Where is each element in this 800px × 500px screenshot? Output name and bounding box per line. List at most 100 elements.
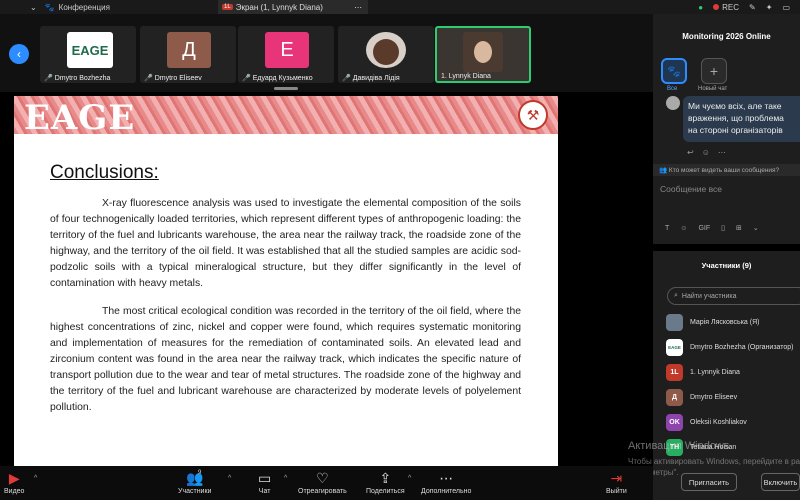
participant-row[interactable]: 1L 1. Lynnyk Diana — [666, 363, 740, 381]
chevron-down-icon[interactable]: ⌄ — [753, 224, 759, 232]
avatar: 1L — [666, 363, 683, 381]
leave-label: Выйти — [606, 488, 627, 495]
tab-screen-share[interactable]: 1L Экран (1, Lynnyk Diana) ⋯ — [218, 0, 368, 14]
chevron-up-icon[interactable]: ^ — [408, 475, 411, 482]
participant-name: Dmytro Eliseev — [690, 393, 738, 401]
participant-row[interactable]: Д Dmytro Eliseev — [666, 388, 737, 406]
profile-photo-hair — [373, 39, 399, 65]
react-label: Отреагировать — [298, 488, 347, 495]
chat-title: Monitoring 2026 Online — [682, 32, 771, 41]
rec-dot-icon — [713, 3, 720, 10]
video-tile[interactable]: EAGE 🎤 Dmytro Bozhezha — [40, 26, 136, 83]
mic-off-icon: 🎤 — [242, 75, 251, 82]
shield-icon[interactable]: ● — [698, 3, 703, 12]
react-button[interactable]: ♡ Отреагировать — [298, 470, 347, 495]
share-label: Поделиться — [366, 488, 405, 495]
tile-name-row: 🎤 Едуард Кузьменко — [242, 74, 313, 83]
title-bar: ⌄ 🐾 Конференция 1L Экран (1, Lynnyk Dian… — [0, 0, 800, 14]
leave-button[interactable]: ⇥ Выйти — [606, 470, 627, 495]
sparkle-icon[interactable]: ✦ — [766, 3, 773, 12]
gif-button[interactable]: GIF — [698, 225, 710, 232]
window-icon[interactable]: ▭ — [782, 3, 790, 12]
video-button[interactable]: ▶ Видео — [4, 470, 24, 495]
people-icon: 👥 — [659, 167, 668, 174]
chat-message[interactable]: Ми чуємо всіх, але таке враження, що про… — [683, 96, 800, 142]
recording-indicator[interactable]: REC — [713, 3, 739, 12]
search-placeholder: Найти участника — [681, 292, 737, 300]
tile-avatar: EAGE — [67, 32, 113, 68]
chevron-up-icon[interactable]: ^ — [228, 475, 231, 482]
tile-name: Dmytro Bozhezha — [54, 74, 111, 82]
paw-icon: 🐾 — [44, 2, 55, 12]
profile-photo — [366, 32, 406, 68]
more-icon: ⋯ — [439, 470, 454, 486]
file-icon[interactable]: ▯ — [721, 224, 725, 232]
mic-off-icon: 🎤 — [44, 75, 53, 82]
chevron-left-icon[interactable]: ‹ — [9, 44, 29, 64]
tab-conference[interactable]: ⌄ 🐾 Конференция — [0, 0, 215, 14]
chat-all-button[interactable]: 🐾 — [661, 58, 687, 84]
emoji-icon[interactable]: ☺ — [702, 148, 710, 157]
message-visibility-notice[interactable]: 👥 Кто может видеть ваши сообщения? — [653, 164, 800, 176]
meeting-toolbar: ▶ Видео ^ 👥 9 Участники ^ ▭ Чат ^ ♡ Отре… — [0, 466, 653, 500]
chat-button[interactable]: ▭ Чат — [258, 470, 271, 495]
chevron-up-icon[interactable]: ^ — [284, 475, 287, 482]
participant-search-input[interactable]: ⌕ Найти участника — [667, 287, 800, 305]
participant-row[interactable]: Марія Лясковська (Я) — [666, 313, 759, 331]
avatar — [666, 313, 683, 331]
chevron-down-icon[interactable]: ⌄ — [30, 3, 37, 12]
tile-name: 1. Lynnyk Diana — [441, 73, 491, 80]
avatar: OK — [666, 413, 683, 431]
video-tile[interactable]: Е 🎤 Едуард Кузьменко — [238, 26, 334, 83]
tile-name-row: 🎤 Dmytro Bozhezha — [44, 74, 111, 83]
chat-message-input[interactable]: Сообщение все — [653, 178, 800, 218]
share-button[interactable]: ⇪ Поделиться — [366, 470, 405, 495]
video-tile-active-speaker[interactable]: 1. Lynnyk Diana — [435, 26, 531, 83]
paw-icon: 🐾 — [667, 65, 681, 78]
participant-name: Dmytro Bozhezha (Организатор) — [690, 343, 794, 351]
tile-name: Едуард Кузьменко — [252, 74, 313, 82]
avatar[interactable] — [666, 96, 680, 110]
slide-paragraph: X-ray fluorescence analysis was used to … — [50, 198, 521, 289]
share-screen-icon: ⇪ — [379, 470, 392, 486]
video-tile[interactable]: Д 🎤 Dmytro Eliseev — [140, 26, 236, 83]
strip-scroll-handle[interactable] — [274, 87, 298, 90]
video-label: Видео — [4, 488, 25, 495]
mic-off-icon: 🎤 — [342, 75, 351, 82]
mic-off-icon: 🎤 — [144, 75, 153, 82]
participants-button[interactable]: 👥 9 Участники — [178, 470, 211, 495]
camera-feed-face — [474, 41, 492, 63]
chat-toolbar: T ☺ GIF ▯ ⊞ ⌄ — [665, 224, 759, 233]
camera-off-icon: ▶ — [8, 470, 20, 486]
tile-name-row: 🎤 Dmytro Eliseev — [144, 74, 202, 83]
tile-name: Dmytro Eliseev — [154, 74, 202, 82]
slide-title: Conclusions: — [50, 162, 159, 183]
tile-name: Давидіва Лідія — [352, 74, 400, 82]
chat-bubble-icon: ▭ — [258, 470, 272, 486]
tab-screen-badge: 1L — [222, 4, 233, 10]
participant-strip: ‹ EAGE 🎤 Dmytro Bozhezha Д 🎤 Dmytro Elisee… — [0, 14, 653, 92]
participant-row[interactable]: EAGE Dmytro Bozhezha (Организатор) — [666, 338, 794, 356]
search-icon: ⌕ — [674, 292, 678, 299]
leave-icon: ⇥ — [610, 470, 623, 486]
avatar: EAGE — [666, 338, 683, 356]
tile-avatar: Д — [167, 32, 211, 68]
emoji-icon[interactable]: ☺ — [680, 225, 687, 232]
participants-title: Участники (9) — [701, 261, 752, 270]
chevron-up-icon[interactable]: ^ — [34, 475, 37, 482]
chat-all-label: Все — [667, 86, 678, 92]
screenshot-icon[interactable]: ⊞ — [736, 224, 742, 232]
video-tile[interactable]: 🎤 Давидіва Лідія — [338, 26, 434, 83]
new-chat-button[interactable]: + — [701, 58, 727, 84]
more-icon[interactable]: ⋯ — [718, 148, 726, 157]
more-icon[interactable]: ⋯ — [354, 3, 362, 12]
eage-logo: EAGE — [24, 98, 136, 138]
text-format-icon[interactable]: T — [665, 225, 669, 232]
reply-icon[interactable]: ↩ — [687, 148, 694, 157]
annotate-icon[interactable]: ✎ — [749, 3, 756, 12]
participant-row[interactable]: OK Oleksii Koshliakov — [666, 413, 747, 431]
watermark-line: Чтобы активировать Windows, перейдите в … — [628, 457, 800, 466]
tile-avatar: Е — [265, 32, 309, 68]
more-button[interactable]: ⋯ Дополнительно — [421, 470, 471, 495]
tab-screen-label: Экран (1, Lynnyk Diana) — [235, 2, 323, 12]
